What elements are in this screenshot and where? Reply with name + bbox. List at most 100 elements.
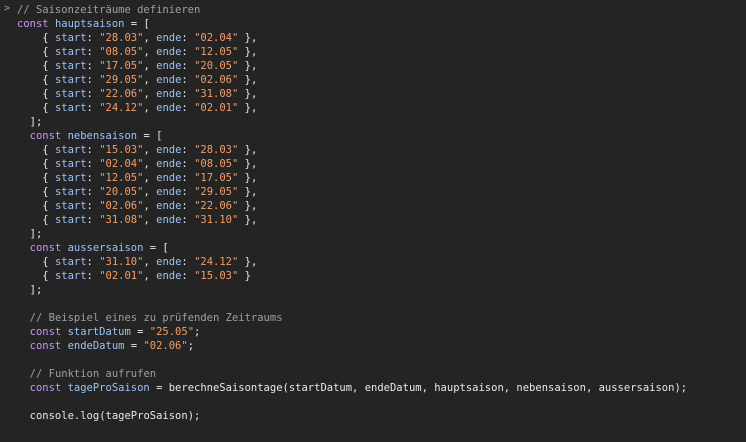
code-token-prop: ende	[156, 186, 182, 198]
code-line: { start: "08.05", ende: "12.05" },	[17, 45, 687, 59]
code-token-str: "24.12"	[194, 256, 239, 268]
code-token-str: "08.05"	[194, 158, 239, 170]
code-token-punct: {	[17, 256, 55, 268]
code-token-punct: :	[86, 256, 100, 268]
code-line: ];	[17, 283, 687, 297]
code-token-punct: :	[86, 186, 100, 198]
code-token-var: startDatum	[67, 326, 131, 338]
code-token-str: "02.06"	[99, 200, 144, 212]
code-token-punct: :	[86, 158, 100, 170]
code-token-punct: ,	[143, 270, 157, 282]
code-token-punct: :	[86, 102, 100, 114]
code-token-punct: ,	[143, 60, 157, 72]
code-token-punct: }	[238, 270, 251, 282]
code-token-punct: ,	[143, 46, 157, 58]
code-token-punct: },	[238, 172, 258, 184]
code-token-prop: start	[54, 158, 87, 170]
code-token-punct: },	[238, 46, 258, 58]
code-token-var: nebensaison	[67, 130, 138, 142]
code-token-kw: const	[17, 326, 68, 338]
code-token-str: "08.05"	[99, 46, 144, 58]
code-token-punct: },	[238, 186, 258, 198]
code-token-punct: ,	[143, 88, 157, 100]
code-token-prop: ende	[156, 256, 182, 268]
code-token-prop: ende	[156, 214, 182, 226]
code-token-prop: ende	[156, 158, 182, 170]
code-token-var: aussersaison	[67, 242, 144, 254]
code-token-prop: ende	[156, 88, 182, 100]
code-token-kw: const	[17, 18, 55, 30]
code-token-punct: ,	[143, 200, 157, 212]
code-token-punct: ];	[17, 116, 43, 128]
code-token-punct: },	[238, 32, 258, 44]
code-token-punct: {	[17, 88, 55, 100]
code-token-punct: },	[238, 144, 258, 156]
code-token-punct: =	[124, 340, 144, 352]
code-token-punct: ,	[143, 214, 157, 226]
code-token-str: "31.10"	[99, 256, 144, 268]
code-token-prop: start	[54, 256, 87, 268]
devtools-console: > // Saisonzeiträume definieren const hau…	[0, 0, 746, 442]
code-line: { start: "02.04", ende: "08.05" },	[17, 157, 687, 171]
code-token-punct: {	[17, 172, 55, 184]
code-token-punct: :	[181, 214, 195, 226]
code-token-punct: },	[238, 102, 258, 114]
code-line: { start: "22.06", ende: "31.08" },	[17, 87, 687, 101]
code-token-punct: :	[181, 74, 195, 86]
code-token-punct: },	[238, 88, 258, 100]
code-token-var: hauptsaison	[54, 18, 125, 30]
console-code-block[interactable]: // Saisonzeiträume definieren const haupt…	[17, 3, 687, 423]
code-token-str: "22.06"	[99, 88, 144, 100]
code-line: { start: "31.10", ende: "24.12" },	[17, 255, 687, 269]
code-token-str: "22.06"	[194, 200, 239, 212]
expand-chevron-icon[interactable]: >	[4, 2, 10, 16]
code-token-prop: ende	[156, 46, 182, 58]
code-token-str: "31.08"	[194, 88, 239, 100]
code-line: const startDatum = "25.05";	[17, 325, 687, 339]
code-token-str: "15.03"	[99, 144, 144, 156]
code-token-var: endeDatum	[67, 340, 125, 352]
code-token-punct: {	[17, 214, 55, 226]
code-token-str: "28.03"	[99, 32, 144, 44]
code-token-punct: :	[86, 214, 100, 226]
code-token-punct: :	[181, 102, 195, 114]
code-line: ];	[17, 227, 687, 241]
code-token-comment: // Funktion aufrufen	[29, 368, 157, 380]
code-token-punct: :	[181, 186, 195, 198]
code-line: { start: "02.01", ende: "15.03" }	[17, 269, 687, 283]
code-token-plain: = berechneSaisontage(startDatum, endeDat…	[149, 382, 688, 394]
code-token-str: "02.01"	[99, 270, 144, 282]
code-token-str: "31.10"	[194, 214, 239, 226]
code-line: { start: "02.06", ende: "22.06" },	[17, 199, 687, 213]
code-token-punct: :	[86, 32, 100, 44]
code-token-punct: },	[238, 200, 258, 212]
code-token-punct: {	[17, 200, 55, 212]
code-token-prop: ende	[156, 144, 182, 156]
code-token-prop: start	[54, 102, 87, 114]
code-token-punct: ;	[187, 340, 195, 352]
code-token-prop: start	[54, 172, 87, 184]
code-token-punct: ,	[143, 74, 157, 86]
code-token-str: "24.12"	[99, 102, 144, 114]
code-token-punct: {	[17, 46, 55, 58]
code-line: { start: "29.05", ende: "02.06" },	[17, 73, 687, 87]
code-line: { start: "17.05", ende: "20.05" },	[17, 59, 687, 73]
code-line: console.log(tageProSaison);	[17, 409, 687, 423]
code-token-prop: start	[54, 88, 87, 100]
code-line: { start: "28.03", ende: "02.04" },	[17, 31, 687, 45]
code-token-str: "31.08"	[99, 214, 144, 226]
code-token-punct: :	[181, 172, 195, 184]
code-token-punct: },	[238, 60, 258, 72]
code-token-punct: :	[86, 74, 100, 86]
code-token-prop: ende	[156, 60, 182, 72]
code-token-punct: {	[17, 186, 55, 198]
code-token-punct: {	[17, 60, 55, 72]
code-token-punct: {	[17, 102, 55, 114]
code-token-punct: = [	[124, 18, 150, 30]
code-token-punct: :	[181, 144, 195, 156]
code-line: const endeDatum = "02.06";	[17, 339, 687, 353]
code-token-kw: const	[17, 130, 68, 142]
code-token-str: "28.03"	[194, 144, 239, 156]
